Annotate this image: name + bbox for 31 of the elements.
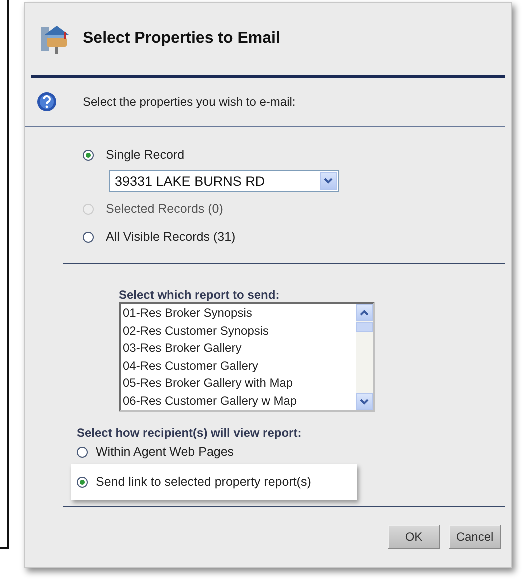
caret-up-icon [360, 310, 369, 316]
radio-button[interactable] [77, 476, 88, 488]
radio-label: Within Agent Web Pages [96, 445, 234, 459]
radio-label: Selected Records (0) [106, 202, 224, 216]
help-icon [37, 92, 57, 112]
cancel-button[interactable]: Cancel [449, 525, 501, 549]
scroll-down-button[interactable] [356, 393, 373, 410]
view-label: Select how recipient(s) will view report: [77, 426, 303, 440]
ok-button[interactable]: OK [388, 525, 440, 549]
list-item[interactable]: 01-Res Broker Synopsis [123, 305, 354, 322]
list-item[interactable]: 06-Res Customer Gallery w Map [123, 392, 354, 410]
radio-label: Single Record [106, 148, 185, 162]
list-item[interactable]: 02-Res Customer Synopsis [123, 322, 354, 340]
list-item[interactable]: 03-Res Broker Gallery [123, 340, 354, 358]
radio-button[interactable] [83, 232, 94, 242]
record-dropdown[interactable]: 39331 LAKE BURNS RD [109, 170, 339, 192]
list-item[interactable]: 05-Res Broker Gallery with Map [123, 375, 354, 392]
radio-button[interactable] [77, 446, 88, 458]
house-mailbox-icon [39, 23, 71, 55]
scroll-up-button[interactable] [356, 304, 373, 321]
report-listbox[interactable]: 01-Res Broker Synopsis 02-Res Customer Synopsis 03-Res Broker Gallery 04-Res Customer Gallery 05-Res Broker Gallery with Map 06-Res Customer Gallery w Map [119, 302, 375, 412]
list-item[interactable]: 04-Res Customer Gallery [123, 358, 354, 375]
radio-label: All Visible Records (31) [106, 230, 236, 244]
scrollbar-thumb[interactable] [356, 322, 373, 332]
report-label: Select which report to send: [119, 288, 281, 302]
scrollbar[interactable] [356, 304, 373, 410]
caret-down-icon [360, 398, 369, 404]
radio-button[interactable] [83, 150, 94, 160]
radio-label: Send link to selected property report(s) [96, 475, 312, 489]
prompt-text: Select the properties you wish to e-mail: [83, 95, 296, 109]
dialog-title: Select Properties to Email [83, 30, 280, 48]
